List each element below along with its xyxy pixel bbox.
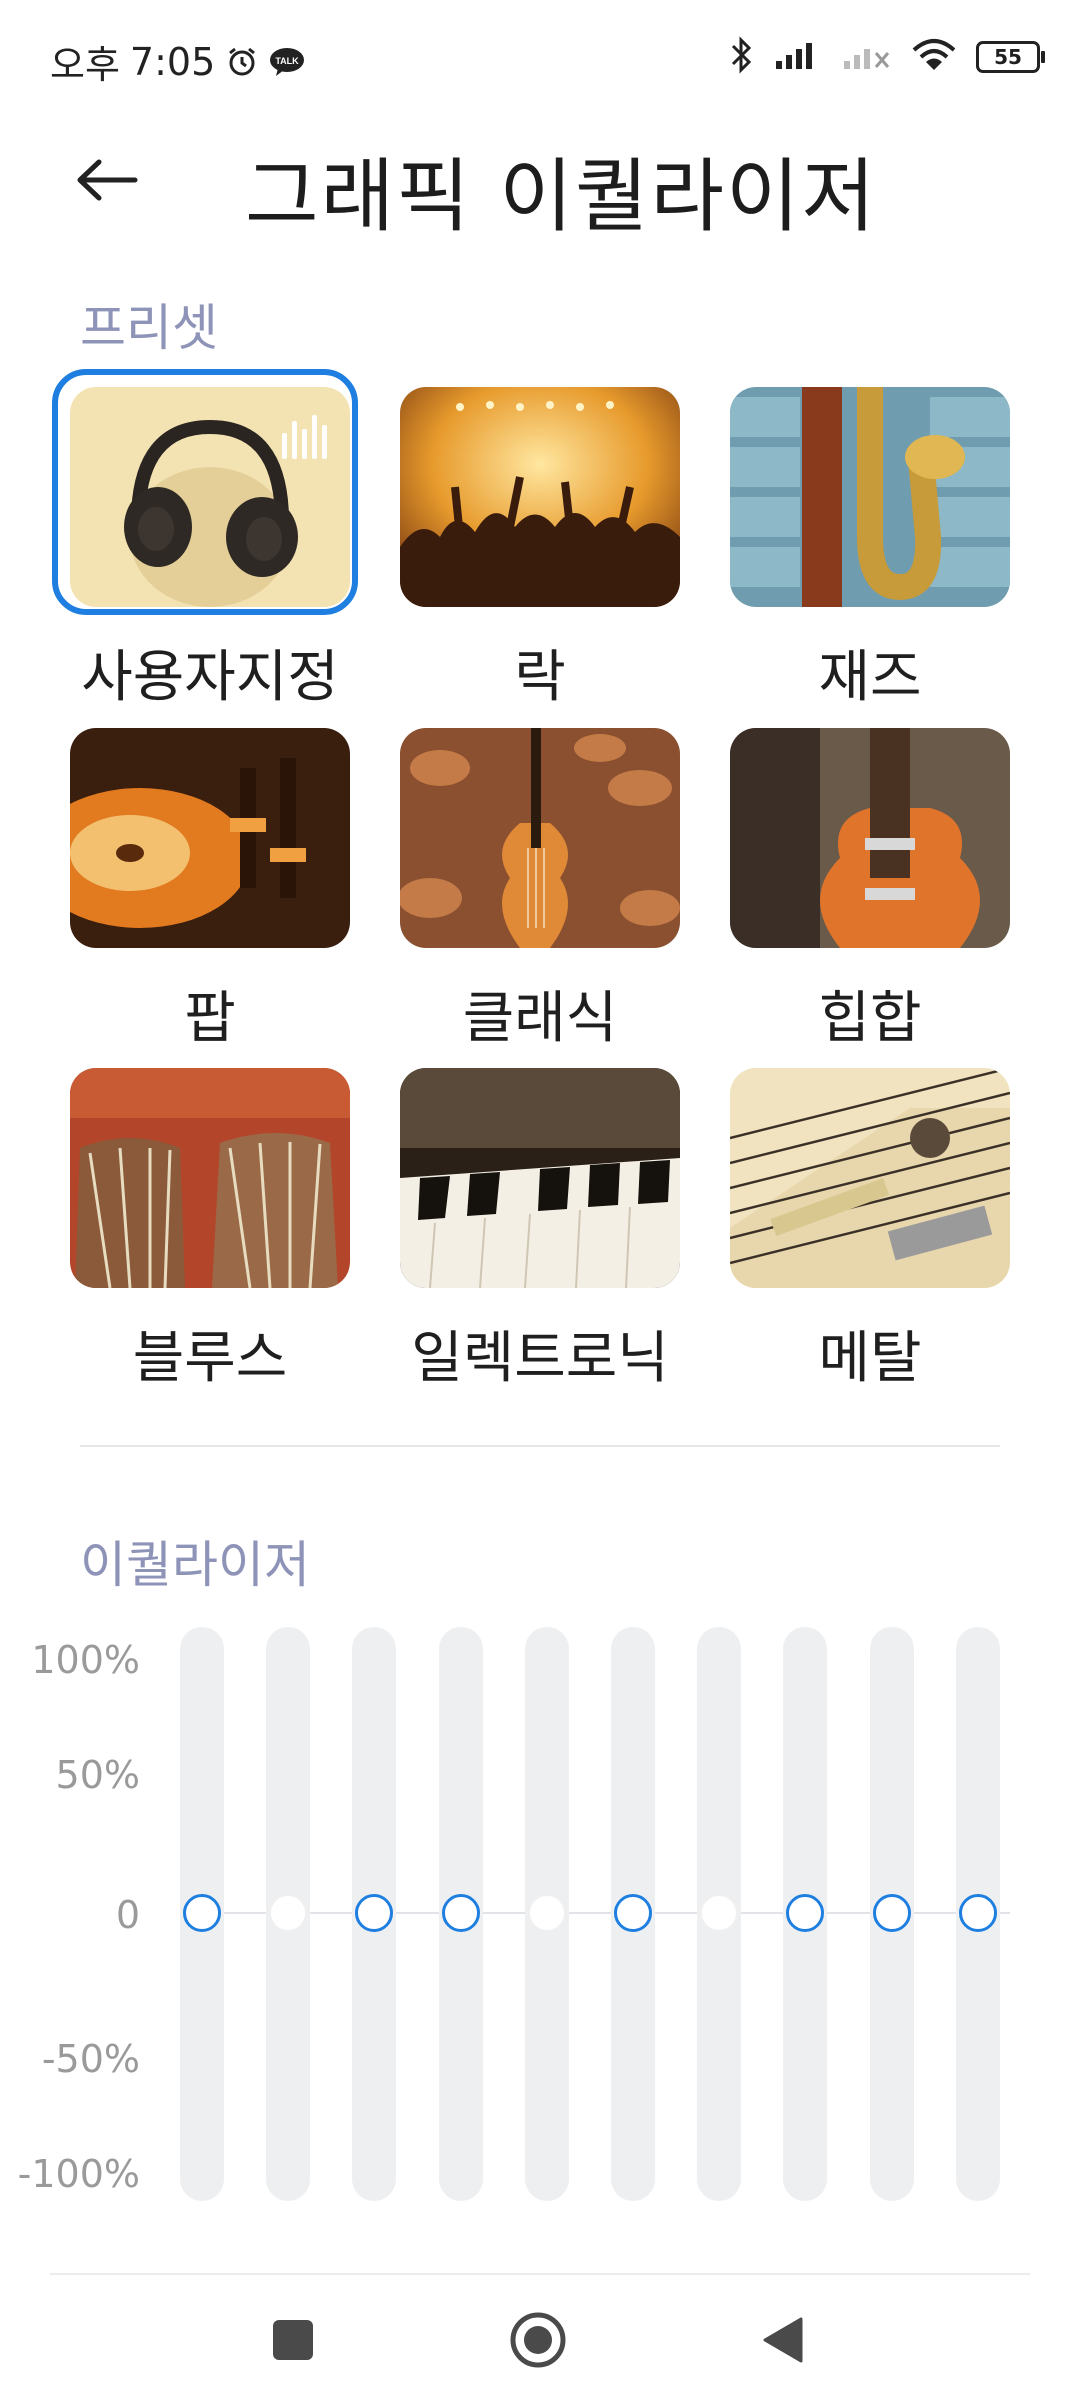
section-divider [80,1445,1000,1447]
electric-guitar-image [730,728,1010,948]
equalizer-bars-icon [282,413,328,459]
wifi-icon [912,38,956,76]
triangle-back-icon [763,2317,803,2363]
preset-tile-blues[interactable] [70,1068,350,1288]
signal-icon [774,39,822,75]
preset-tile-metal[interactable] [730,1068,1010,1288]
eq-band-knob-7[interactable] [700,1894,739,1932]
preset-label-rock: 락 [514,645,566,710]
preset-label-classical: 클래식 [462,986,618,1051]
preset-tile-jazz[interactable] [730,387,1010,607]
status-time: 7:05 [129,39,216,84]
eq-band-knob-10[interactable] [958,1894,997,1932]
equalizer-section-label: 이퀄라이저 [80,1536,310,1594]
svg-text:TALK: TALK [276,56,300,66]
preset-label-jazz: 재즈 [818,645,922,710]
axis-label-minus-100: -100% [17,2152,140,2196]
preset-label-blues: 블루스 [132,1326,288,1391]
square-icon [273,2320,313,2360]
status-ampm: 오후 [50,43,120,87]
arrow-left-icon [77,159,138,201]
preset-label-metal: 메탈 [818,1326,922,1391]
preset-label-electronic: 일렉트로닉 [411,1326,669,1391]
drums-image [70,1068,350,1288]
eq-band-knob-4[interactable] [441,1894,480,1932]
saxophone-image [730,387,1010,607]
eq-band-knob-2[interactable] [269,1894,308,1932]
dj-turntable-image [70,728,350,948]
eq-band-knob-6[interactable] [614,1894,652,1932]
alarm-icon [225,45,259,79]
header: 그래픽 이퀄라이저 [0,120,1080,243]
preset-label-custom: 사용자지정 [81,645,339,710]
recents-button[interactable] [258,2305,328,2375]
concert-crowd-image [400,387,680,607]
home-button[interactable] [503,2305,573,2375]
navigation-bar [0,2275,1080,2400]
bluetooth-icon [728,36,754,78]
preset-label-hiphop: 힙합 [818,986,922,1051]
piano-keys-image [400,1068,680,1288]
status-bar: 오후 7:05 TALK 55 [0,0,1080,120]
preset-tile-classical[interactable] [400,728,680,948]
talk-icon: TALK [269,46,305,78]
preset-tile-rock[interactable] [400,387,680,607]
status-left: 오후 7:05 TALK [50,34,305,89]
status-right: 55 [728,36,1045,78]
preset-tile-pop[interactable] [70,728,350,948]
eq-band-knob-9[interactable] [872,1894,911,1932]
circle-icon [510,2312,566,2368]
axis-label-50: 50% [55,1753,140,1797]
preset-tile-hiphop[interactable] [730,728,1010,948]
preset-tile-electronic[interactable] [400,1068,680,1288]
page-title: 그래픽 이퀄라이저 [245,150,878,243]
nav-back-button[interactable] [748,2305,818,2375]
preset-tile-custom[interactable] [70,387,350,607]
signal-nosim-icon [842,39,892,75]
back-button[interactable] [72,150,142,210]
axis-label-0: 0 [115,1893,140,1937]
eq-band-knob-1[interactable] [183,1894,221,1932]
presets-section-label: 프리셋 [80,299,218,357]
violin-image [400,728,680,948]
axis-label-minus-50: -50% [41,2037,140,2081]
eq-band-knob-5[interactable] [527,1894,566,1932]
battery-indicator: 55 [976,41,1045,73]
preset-label-pop: 팝 [184,986,236,1051]
guitar-strings-image [730,1068,1010,1288]
axis-label-100: 100% [31,1638,140,1682]
